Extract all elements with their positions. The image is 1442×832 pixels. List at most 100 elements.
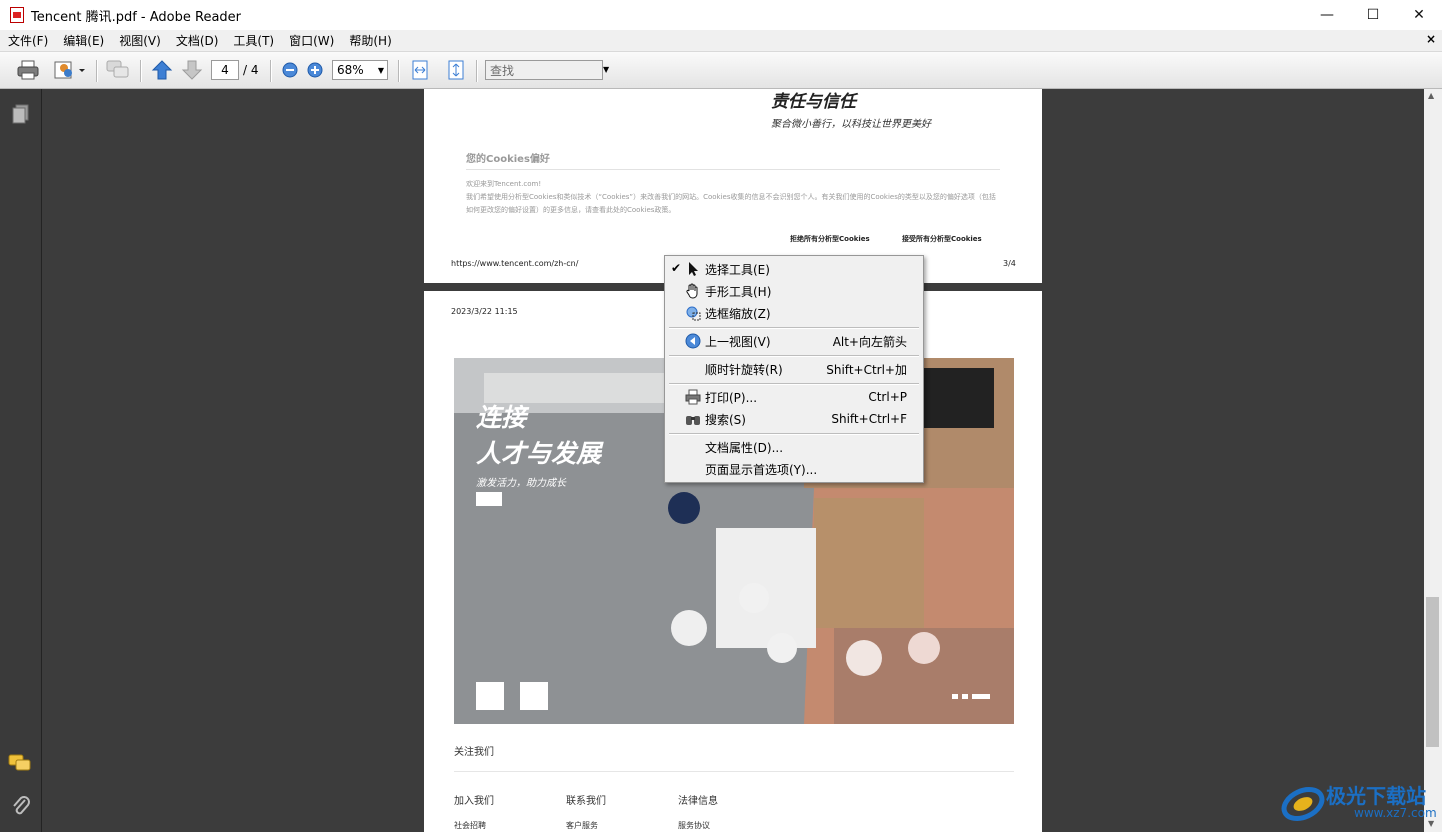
printer-icon xyxy=(685,389,701,405)
context-item-hand-tool[interactable]: 手形工具(H) xyxy=(665,280,923,302)
minimize-button[interactable]: — xyxy=(1304,0,1350,30)
zoom-in-icon xyxy=(307,62,323,78)
hand-icon xyxy=(685,283,701,299)
comments-panel-button[interactable] xyxy=(8,753,32,778)
share-review-icon xyxy=(54,61,85,79)
search-dropdown-chevron-icon[interactable]: ▼ xyxy=(603,65,609,74)
page3-subheading: 聚合微小善行，以科技让世界更美好 xyxy=(771,119,931,130)
context-item-shortcut: Alt+向左箭头 xyxy=(832,334,907,349)
zoom-out-button[interactable] xyxy=(280,59,300,81)
page-number-label: 3/4 xyxy=(1003,259,1016,268)
print-timestamp: 2023/3/22 11:15 xyxy=(451,307,518,316)
fit-page-button[interactable] xyxy=(444,59,468,81)
cursor-arrow-icon xyxy=(685,261,701,277)
maximize-button[interactable]: ☐ xyxy=(1350,0,1396,30)
context-item-rotate-clockwise[interactable]: 顺时针旋转(R) Shift+Ctrl+加 xyxy=(665,358,923,380)
zoom-out-icon xyxy=(282,62,298,78)
marquee-zoom-icon xyxy=(685,305,701,321)
pdf-file-icon xyxy=(10,7,24,23)
context-item-label: 选择工具(E) xyxy=(705,262,770,277)
context-item-document-properties[interactable]: 文档属性(D)... xyxy=(665,436,923,458)
context-item-shortcut: Shift+Ctrl+加 xyxy=(826,362,907,377)
title-bar: Tencent 腾讯.pdf - Adobe Reader — ☐ ✕ xyxy=(0,0,1442,30)
toolbar: 4 / 4 68% ▼ 查找 ▼ xyxy=(0,52,1442,89)
cookies-text-line: 欢迎来到Tencent.com! xyxy=(466,180,542,188)
fit-width-button[interactable] xyxy=(408,59,432,81)
footer-link[interactable]: 服务协议 xyxy=(678,820,710,831)
checkmark-icon: ✔ xyxy=(671,261,682,275)
collaborate-button[interactable] xyxy=(50,59,88,81)
page3-heading: 责任与信任 xyxy=(771,92,856,112)
hero-subtitle: 激发活力，助力成长 xyxy=(476,478,566,489)
accept-cookies-link[interactable]: 接受所有分析型Cookies xyxy=(902,234,982,244)
zoom-in-button[interactable] xyxy=(305,59,325,81)
comment-button xyxy=(104,59,132,81)
menu-edit[interactable]: 编辑(E) xyxy=(55,32,111,49)
context-item-select-tool[interactable]: ✔ 选择工具(E) xyxy=(665,258,923,280)
arrow-down-icon xyxy=(181,60,203,80)
context-item-label: 顺时针旋转(R) xyxy=(705,362,783,377)
footer-link[interactable]: 社会招聘 xyxy=(454,820,486,831)
menu-bar: 文件(F) 编辑(E) 视图(V) 文档(D) 工具(T) 窗口(W) 帮助(H… xyxy=(0,30,1442,52)
context-item-shortcut: Shift+Ctrl+F xyxy=(831,412,907,426)
watermark-url: www.xz7.com xyxy=(1354,806,1437,820)
cookies-title: 您的Cookies偏好 xyxy=(466,154,550,165)
context-item-previous-view[interactable]: 上一视图(V) Alt+向左箭头 xyxy=(665,330,923,352)
menu-tools[interactable]: 工具(T) xyxy=(225,32,281,49)
printer-icon xyxy=(17,60,39,80)
reject-cookies-link[interactable]: 拒绝所有分析型Cookies xyxy=(790,234,870,244)
search-input[interactable]: 查找 xyxy=(485,60,603,80)
fit-page-icon xyxy=(448,60,464,80)
next-page-button xyxy=(180,59,204,81)
page-number-input[interactable]: 4 xyxy=(211,60,239,80)
vertical-scrollbar[interactable]: ▲ ▼ xyxy=(1424,89,1442,832)
comment-bubbles-icon xyxy=(106,60,129,78)
paperclip-icon xyxy=(13,796,30,815)
footer-col-legal: 法律信息 xyxy=(678,796,718,807)
follow-us-label: 关注我们 xyxy=(454,747,494,758)
context-item-print[interactable]: 打印(P)... Ctrl+P xyxy=(665,386,923,408)
context-item-label: 搜索(S) xyxy=(705,412,746,427)
footer-link[interactable]: 客户服务 xyxy=(566,820,598,831)
context-item-page-display-preferences[interactable]: 页面显示首选项(Y)... xyxy=(665,458,923,480)
scrollbar-thumb[interactable] xyxy=(1426,597,1439,747)
footer-col-contact: 联系我们 xyxy=(566,796,606,807)
zoom-level-value: 68% xyxy=(337,63,364,77)
close-button[interactable]: ✕ xyxy=(1396,0,1442,30)
pdf-page-3: 责任与信任 聚合微小善行，以科技让世界更美好 您的Cookies偏好 欢迎来到T… xyxy=(424,89,1042,283)
cookies-text-line: 如何更改您的偏好设置）的更多信息，请查看此处的Cookies政策。 xyxy=(466,206,676,214)
menu-help[interactable]: 帮助(H) xyxy=(341,32,398,49)
context-item-search[interactable]: 搜索(S) Shift+Ctrl+F xyxy=(665,408,923,430)
cookies-text-line: 我们希望使用分析型Cookies和类似技术（“Cookies”）来改善我们的网站… xyxy=(466,193,996,201)
previous-page-button[interactable] xyxy=(150,59,174,81)
close-document-button[interactable]: × xyxy=(1426,32,1436,46)
navigation-pane xyxy=(0,89,42,832)
context-menu: ✔ 选择工具(E) 手形工具(H) 选框缩放(Z) 上一视图(V) Alt+向左… xyxy=(664,255,924,483)
window-title: Tencent 腾讯.pdf - Adobe Reader xyxy=(31,9,242,25)
zoom-level-select[interactable]: 68% ▼ xyxy=(332,60,388,80)
pages-panel-button[interactable] xyxy=(10,103,32,128)
context-item-shortcut: Ctrl+P xyxy=(868,390,907,404)
menu-view[interactable]: 视图(V) xyxy=(111,32,168,49)
print-button[interactable] xyxy=(14,59,42,81)
page-url[interactable]: https://www.tencent.com/zh-cn/ xyxy=(451,259,578,268)
hero-title-line2: 人才与发展 xyxy=(476,439,602,468)
scroll-up-arrow-icon[interactable]: ▲ xyxy=(1428,91,1434,100)
context-item-label: 选框缩放(Z) xyxy=(705,306,771,321)
context-item-label: 打印(P)... xyxy=(705,390,758,405)
attachments-panel-button[interactable] xyxy=(10,795,32,822)
context-item-label: 页面显示首选项(Y)... xyxy=(705,462,818,477)
comment-bubbles-icon xyxy=(8,754,31,771)
context-item-label: 上一视图(V) xyxy=(705,334,771,349)
watermark-brand: 极光下载站 xyxy=(1326,784,1426,808)
menu-window[interactable]: 窗口(W) xyxy=(281,32,341,49)
hero-title-line1: 连接 xyxy=(476,403,527,432)
menu-file[interactable]: 文件(F) xyxy=(0,32,55,49)
binoculars-icon xyxy=(685,411,701,427)
menu-document[interactable]: 文档(D) xyxy=(168,32,226,49)
context-item-label: 手形工具(H) xyxy=(705,284,772,299)
pages-icon xyxy=(12,104,29,124)
page-total: / 4 xyxy=(243,63,259,77)
context-item-marquee-zoom[interactable]: 选框缩放(Z) xyxy=(665,302,923,324)
aurora-logo-icon xyxy=(1281,786,1325,822)
